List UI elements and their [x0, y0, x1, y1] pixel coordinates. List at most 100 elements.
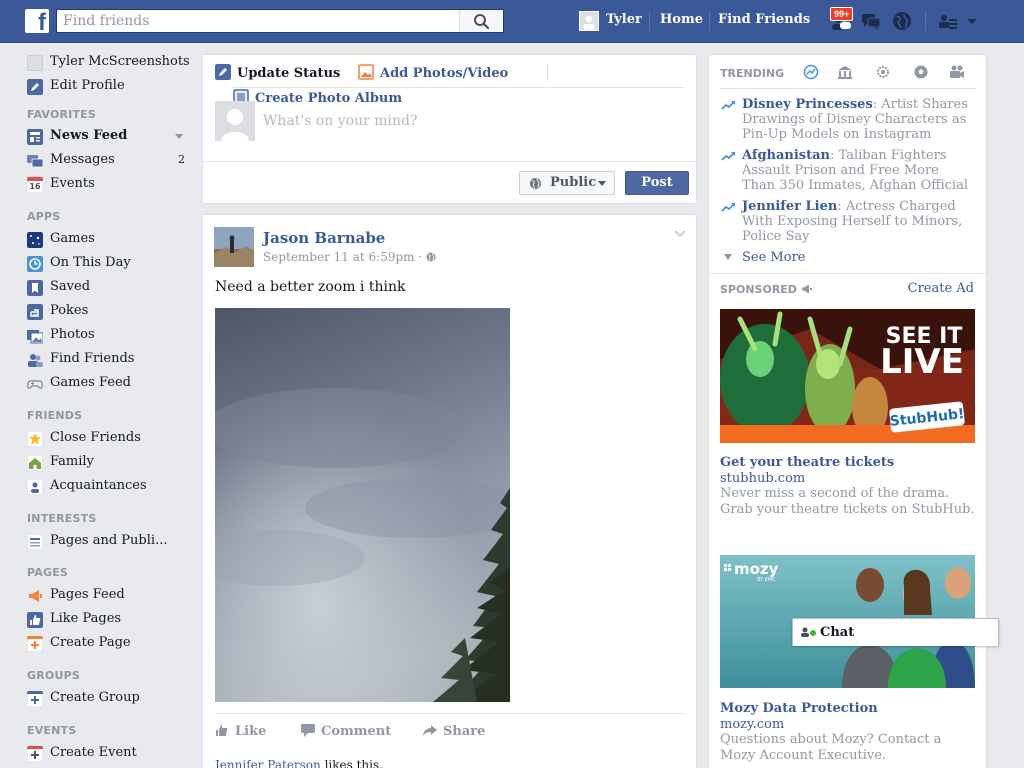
trending-topic[interactable]: Disney Princesses	[742, 97, 873, 112]
ad-title-link[interactable]: Mozy Data Protection	[720, 701, 878, 716]
trending-topic[interactable]: Afghanistan	[742, 148, 830, 163]
privacy-shortcuts-icon[interactable]	[937, 10, 959, 32]
trending-top-icon[interactable]	[803, 64, 819, 80]
left-nav-games-feed-label: Games Feed	[50, 375, 131, 390]
trending-arrow-icon	[721, 152, 735, 161]
nav-avatar[interactable]	[579, 11, 599, 31]
chat-label: Chat	[820, 625, 855, 640]
search-input[interactable]	[57, 10, 457, 32]
status-input[interactable]	[263, 109, 683, 133]
left-nav-messages[interactable]: Messages 2	[27, 151, 197, 171]
search-button[interactable]	[459, 10, 503, 32]
nav-separator	[649, 11, 650, 31]
left-nav-like-pages[interactable]: Like Pages	[27, 610, 197, 630]
left-nav-on-this-day-label: On This Day	[50, 255, 131, 270]
left-nav-section-friends: FRIENDS	[27, 409, 83, 422]
left-nav-pages-feed[interactable]: Pages Feed	[27, 586, 197, 606]
left-nav-pokes[interactable]: Pokes	[27, 302, 197, 322]
pages-list-icon	[27, 534, 43, 550]
ad-image-stubhub[interactable]: SEE IT LIVE StubHub!	[720, 309, 975, 443]
left-nav-create-page[interactable]: Create Page	[27, 634, 197, 654]
create-photo-album-tab[interactable]: Create Photo Album	[233, 89, 402, 106]
left-nav-news-feed-label: News Feed	[50, 128, 128, 143]
add-photos-tab[interactable]: Add Photos/Video	[358, 64, 508, 81]
chevron-down-icon[interactable]	[175, 134, 183, 139]
science-gear-icon[interactable]	[875, 64, 891, 80]
left-nav-games-feed[interactable]: Games Feed	[27, 374, 197, 394]
politics-capitol-icon[interactable]	[837, 64, 853, 80]
comment-label: Comment	[321, 724, 392, 739]
left-nav-news-feed[interactable]: News Feed	[27, 127, 197, 147]
left-nav-messages-label: Messages	[50, 152, 115, 167]
left-nav-create-group[interactable]: Create Group	[27, 689, 197, 709]
create-page-icon	[27, 636, 43, 652]
like-button[interactable]: Like	[215, 724, 266, 739]
games-icon	[27, 232, 43, 248]
left-nav-acquaintances[interactable]: Acquaintances	[27, 477, 197, 497]
left-nav-profile[interactable]: Tyler McScreenshots	[27, 53, 197, 73]
story-options-chevron-icon[interactable]	[674, 230, 686, 238]
nav-separator	[925, 11, 926, 31]
liker-name-link[interactable]: Jennifer Paterson	[215, 758, 321, 768]
comment-button[interactable]: Comment	[301, 724, 391, 739]
globe-notifications-icon[interactable]	[891, 10, 913, 32]
left-nav-photos[interactable]: Photos	[27, 326, 197, 346]
share-button[interactable]: Share	[423, 724, 485, 739]
composer-avatar	[215, 101, 255, 141]
create-photo-album-label: Create Photo Album	[255, 91, 403, 106]
find-friends-icon	[28, 354, 43, 367]
entertainment-camera-icon[interactable]	[949, 64, 965, 80]
megaphone-icon	[801, 284, 812, 294]
post-author-name[interactable]: Jason Barnabe	[263, 229, 385, 247]
update-status-tab[interactable]: Update Status	[215, 64, 340, 81]
trending-item[interactable]: Jennifer Lien: Actress Charged With Expo…	[721, 199, 976, 244]
facebook-logo-icon[interactable]: f	[25, 9, 49, 35]
ad-title-link[interactable]: Get your theatre tickets	[720, 455, 894, 470]
left-nav-on-this-day[interactable]: On This Day	[27, 254, 197, 274]
nav-profile-link[interactable]: Tyler	[606, 12, 642, 27]
chat-sidebar-tab[interactable]: Chat	[792, 618, 999, 646]
post-timestamp[interactable]: September 11 at 6:59pm ·	[263, 250, 436, 264]
create-event-icon	[27, 746, 43, 762]
trending-item[interactable]: Disney Princesses: Artist Shares Drawing…	[721, 97, 976, 142]
left-nav-section-events: EVENTS	[27, 724, 77, 737]
photos-icon	[27, 330, 43, 344]
news-feed-icon	[27, 129, 43, 145]
clock-icon	[27, 256, 43, 272]
left-nav-pokes-label: Pokes	[50, 303, 89, 318]
trending-topic[interactable]: Jennifer Lien	[742, 199, 837, 214]
see-more-link[interactable]: See More	[742, 250, 805, 265]
ad-domain-link[interactable]: stubhub.com	[720, 471, 805, 486]
audience-selector-button[interactable]: Public	[519, 171, 615, 195]
nav-separator	[709, 11, 710, 31]
create-ad-link[interactable]: Create Ad	[908, 281, 974, 296]
left-nav-pages-and-public-figures[interactable]: Pages and Publi...	[27, 532, 197, 552]
trending-item[interactable]: Afghanistan: Taliban Fighters Assault Pr…	[721, 148, 976, 193]
left-nav-family[interactable]: Family	[27, 453, 197, 473]
like-label: Like	[235, 724, 267, 739]
settings-caret-icon[interactable]	[965, 10, 979, 32]
nav-find-friends-link[interactable]: Find Friends	[718, 12, 810, 27]
left-nav-acquaintances-label: Acquaintances	[50, 478, 147, 493]
left-nav-events-label: Events	[50, 176, 95, 191]
left-nav-saved[interactable]: Saved	[27, 278, 197, 298]
nav-home-link[interactable]: Home	[660, 12, 703, 27]
messages-icon[interactable]	[860, 10, 882, 32]
left-nav-find-friends[interactable]: Find Friends	[27, 350, 197, 370]
trending-arrow-icon	[721, 203, 735, 212]
chevron-down-icon	[598, 181, 606, 186]
left-nav-create-event[interactable]: Create Event	[27, 744, 197, 764]
post-photo[interactable]	[215, 308, 510, 702]
left-nav-section-interests: INTERESTS	[27, 512, 97, 525]
left-nav-close-friends[interactable]: Close Friends	[27, 429, 197, 449]
post-button[interactable]: Post	[625, 171, 689, 195]
left-nav-games[interactable]: Games	[27, 230, 197, 250]
sports-ball-icon[interactable]	[913, 64, 929, 80]
ad-art-line-2: LIVE	[880, 342, 964, 382]
left-nav-events[interactable]: 16 Events	[27, 175, 197, 195]
right-column: TRENDING Disney Princesses: Artist Share…	[708, 54, 987, 768]
chat-people-icon	[801, 627, 809, 637]
ad-domain-link[interactable]: mozy.com	[720, 717, 784, 732]
post-author-avatar[interactable]	[214, 227, 254, 267]
left-nav-edit-profile[interactable]: Edit Profile	[27, 77, 197, 97]
